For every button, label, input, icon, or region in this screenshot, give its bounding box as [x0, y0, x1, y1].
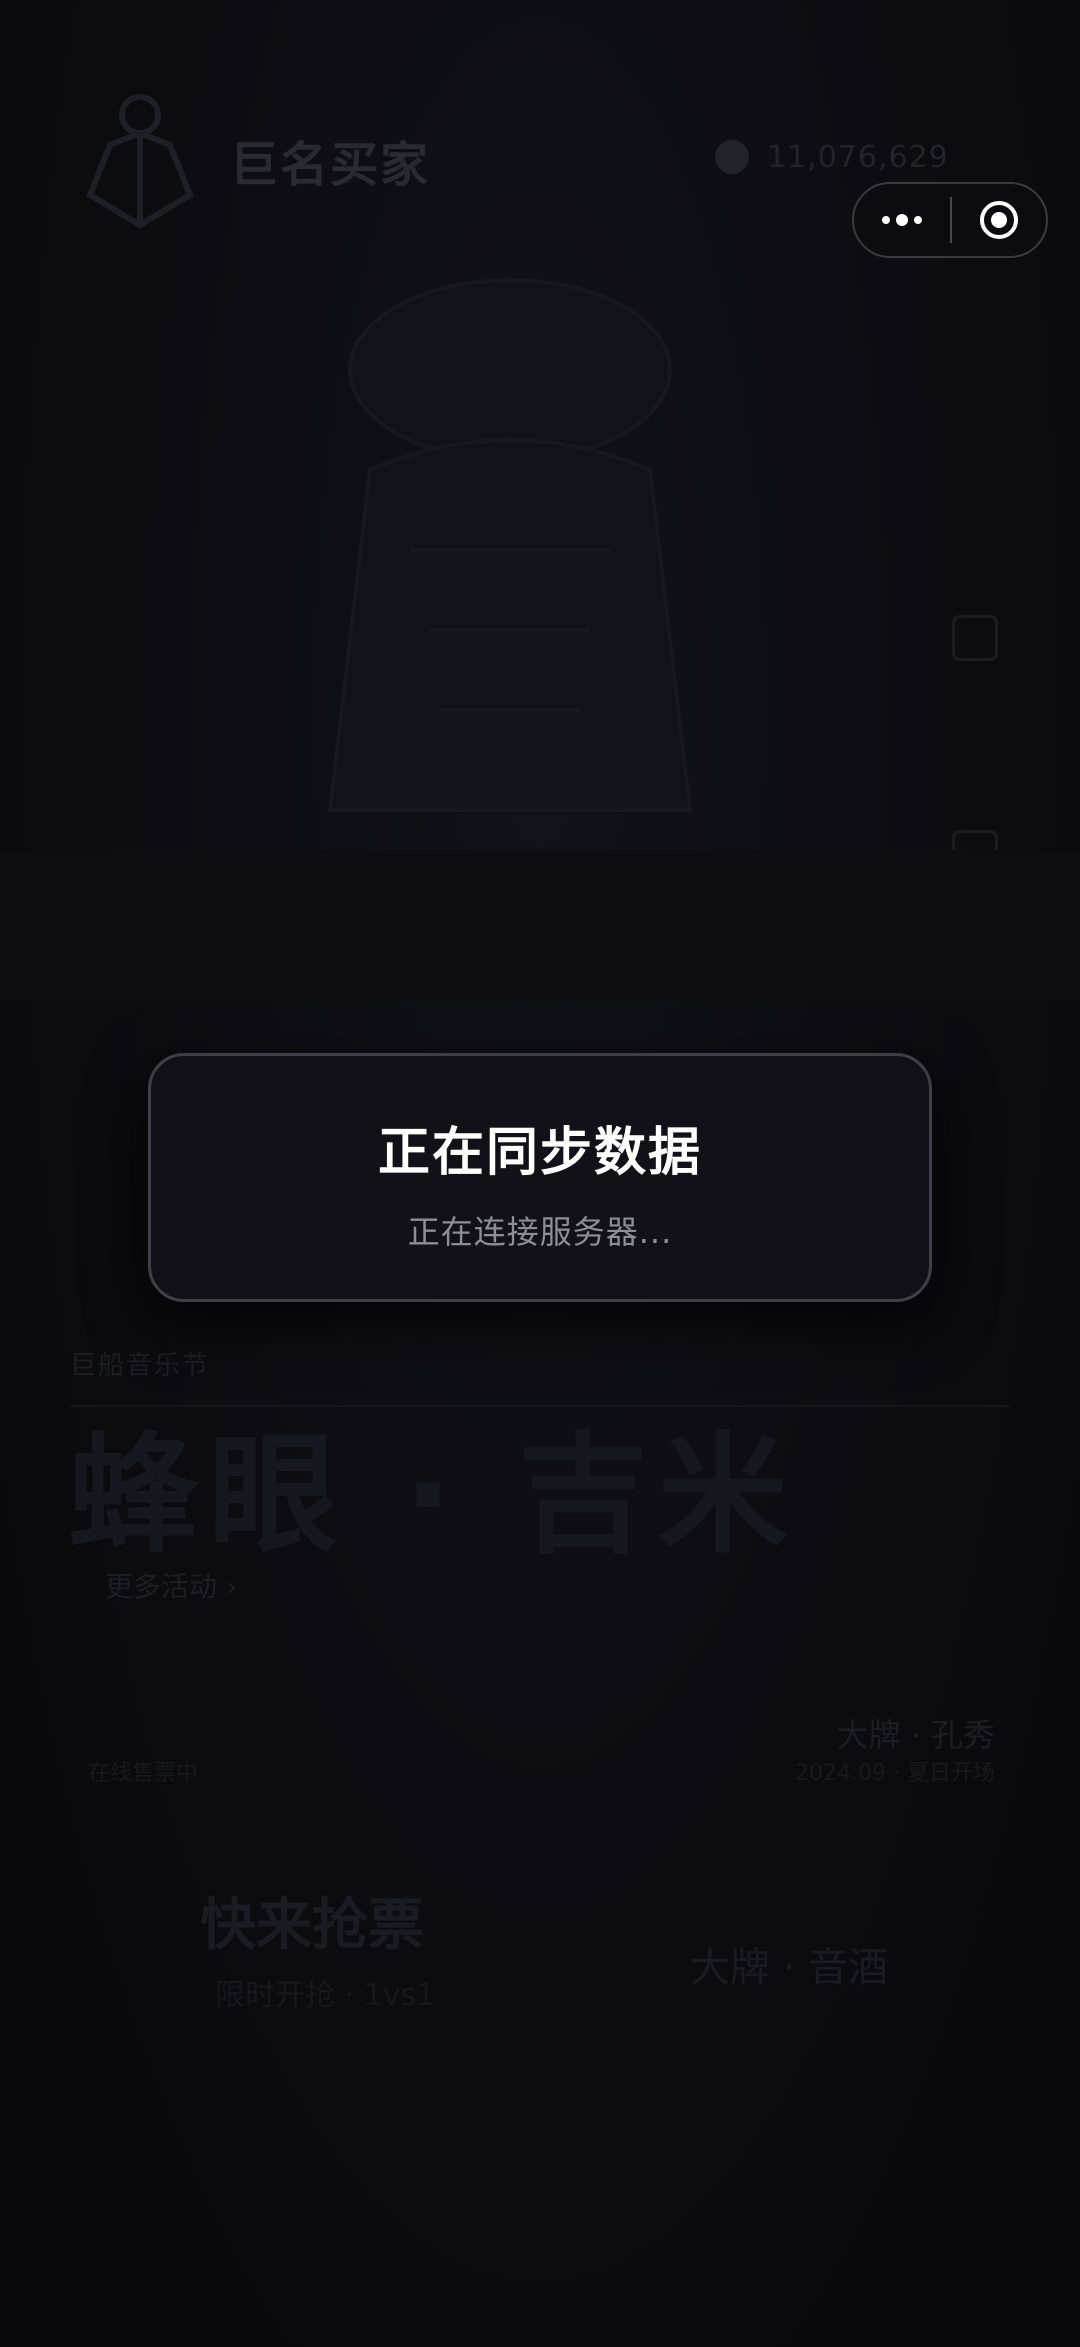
close-ring-dot: [991, 212, 1007, 228]
close-button[interactable]: [952, 184, 1046, 256]
stage-band: [0, 850, 1080, 1000]
side-square-icon[interactable]: [952, 615, 998, 661]
dialog-title: 正在同步数据: [377, 1123, 702, 1183]
app-logo-icon: [86, 94, 194, 229]
more-dots-icon-right: [914, 216, 922, 224]
more-dots-icon-center: [896, 214, 908, 226]
balance-display[interactable]: 11,076,629: [715, 137, 949, 177]
event-more-link[interactable]: 更多活动 ›: [105, 1565, 237, 1605]
app-name: 巨名买家: [230, 137, 431, 193]
promo-card-right[interactable]: 大牌 · 音酒: [690, 1935, 888, 1993]
ticket-status-label: 在线售票中: [88, 1761, 199, 1786]
capsule-menu: [852, 182, 1048, 258]
sync-dialog: 正在同步数据 正在连接服务器...: [148, 1053, 932, 1302]
balance-value: 11,076,629: [767, 139, 949, 175]
event-time-title: 大牌 · 孔秀: [836, 1716, 995, 1754]
event-title: 蜂眼 · 吉米: [68, 1419, 798, 1571]
promo-card-title[interactable]: 快来抢票: [200, 1880, 424, 1961]
promo-card-sub: 限时开抢 · 1vs1: [215, 1978, 436, 2013]
event-time-sub: 2024.09 · 夏日开场: [795, 1761, 995, 1786]
dialog-message: 正在连接服务器...: [407, 1213, 673, 1251]
more-dots-icon: [882, 216, 890, 224]
hero-illustration: [327, 278, 693, 812]
close-ring-icon: [980, 201, 1018, 239]
app-screen: 巨名买家 11,076,629 巨船音乐节 蜂眼 · 吉米 更多活动 › 大牌 …: [0, 0, 1080, 2347]
event-subtitle: 巨船音乐节: [70, 1351, 211, 1381]
coin-icon: [715, 140, 749, 174]
more-button[interactable]: [854, 184, 950, 256]
